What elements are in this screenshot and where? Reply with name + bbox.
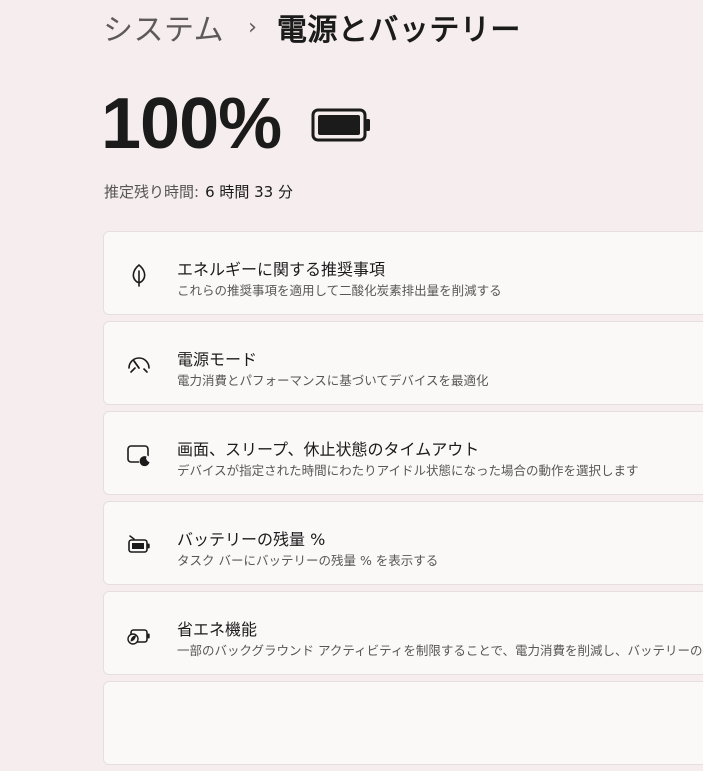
card-title: 画面、スリープ、休止状態のタイムアウト — [177, 440, 480, 459]
gauge-icon — [128, 357, 150, 373]
card-description: これらの推奨事項を適用して二酸化炭素排出量を削減する — [177, 283, 502, 298]
page-title: 電源とバッテリー — [276, 13, 521, 48]
leaf-icon — [132, 264, 146, 287]
battery-full-icon — [311, 108, 371, 142]
chevron-right-icon: › — [248, 14, 257, 40]
card-screen-sleep-timeouts[interactable]: 画面、スリープ、休止状態のタイムアウト デバイスが指定された時間にわたりアイドル… — [103, 411, 703, 495]
energy-saver-icon — [127, 629, 150, 645]
card-description: 一部のバックグラウンド アクティビティを制限することで、電力消費を削減し、バッテ… — [177, 643, 703, 658]
card-title: バッテリーの残量 % — [177, 530, 326, 549]
card-battery-percentage[interactable]: バッテリーの残量 % タスク バーにバッテリーの残量 % を表示する — [103, 501, 703, 585]
breadcrumb: システム › 電源とバッテリー — [103, 4, 521, 50]
card-title: 電源モード — [177, 350, 258, 369]
card-description: デバイスが指定された時間にわたりアイドル状態になった場合の動作を選択します — [177, 463, 639, 478]
card-energy-recommendations[interactable]: エネルギーに関する推奨事項 これらの推奨事項を適用して二酸化炭素排出量を削減する — [103, 231, 703, 315]
estimate-label: 推定残り時間: — [104, 183, 200, 201]
settings-list: エネルギーに関する推奨事項 これらの推奨事項を適用して二酸化炭素排出量を削減する… — [103, 231, 703, 771]
breadcrumb-system-link[interactable]: システム — [103, 5, 224, 49]
estimate-value: 6 時間 33 分 — [205, 183, 293, 201]
battery-percentage-icon — [128, 535, 150, 553]
battery-status: 100% — [101, 84, 373, 164]
card-partial-next[interactable] — [103, 681, 703, 765]
card-title: エネルギーに関する推奨事項 — [177, 260, 386, 279]
screen-sleep-icon — [127, 445, 151, 467]
card-power-mode[interactable]: 電源モード 電力消費とパフォーマンスに基づいてデバイスを最適化 — [103, 321, 703, 405]
card-energy-saver[interactable]: 省エネ機能 一部のバックグラウンド アクティビティを制限することで、電力消費を削… — [103, 591, 703, 675]
card-title: 省エネ機能 — [177, 620, 258, 639]
battery-percent: 100% — [101, 84, 282, 164]
card-description: タスク バーにバッテリーの残量 % を表示する — [177, 553, 439, 568]
battery-fill — [318, 115, 361, 135]
card-description: 電力消費とパフォーマンスに基づいてデバイスを最適化 — [177, 373, 489, 388]
battery-estimate: 推定残り時間: 6 時間 33 分 — [104, 181, 293, 202]
